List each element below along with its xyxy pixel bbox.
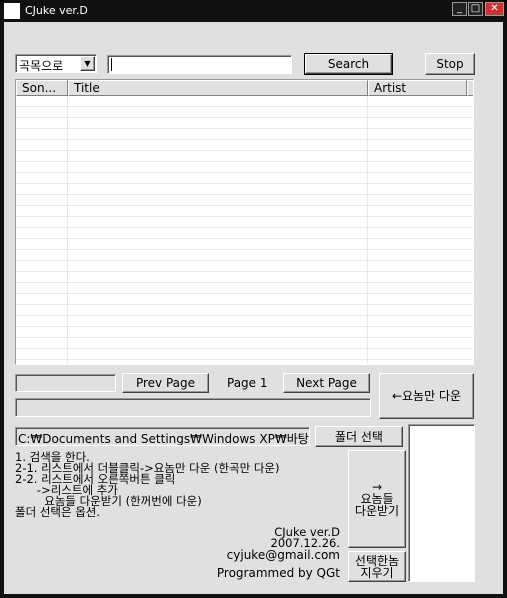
chevron-down-icon[interactable]: ▼ bbox=[80, 56, 95, 71]
list-rows bbox=[16, 96, 473, 364]
folder-path-field[interactable]: C:₩Documents and Settings₩Windows XP₩바탕 … bbox=[15, 427, 310, 446]
search-mode-select[interactable]: 곡목으로 ▼ bbox=[15, 54, 97, 73]
credits: CJuke ver.D 2007.12.26. cyjuke@gmail.com… bbox=[216, 526, 340, 580]
download-one-button[interactable]: ←요놈만 다운 bbox=[379, 373, 474, 419]
song-list[interactable]: Son... Title Artist bbox=[15, 79, 474, 365]
app-window: CJuke ver.D _ □ ✕ 곡목으로 ▼ Search Stop Son… bbox=[0, 0, 507, 598]
remove-selected-label: 선택한놈 bbox=[354, 553, 400, 568]
maximize-button[interactable]: □ bbox=[468, 2, 483, 16]
text-cursor bbox=[111, 58, 112, 71]
remove-selected-label: 지우기 bbox=[360, 565, 394, 580]
folder-select-button[interactable]: 폴더 선택 bbox=[315, 426, 403, 447]
progress-bar-2 bbox=[15, 398, 371, 417]
app-icon bbox=[4, 3, 20, 19]
column-header-title[interactable]: Title bbox=[68, 80, 368, 96]
close-button[interactable]: ✕ bbox=[485, 2, 504, 16]
client-area: 곡목으로 ▼ Search Stop Son... Title Artist P… bbox=[4, 22, 503, 594]
search-input[interactable] bbox=[107, 55, 292, 74]
column-header-song[interactable]: Son... bbox=[16, 80, 68, 96]
next-page-button[interactable]: Next Page bbox=[283, 373, 370, 393]
minimize-button[interactable]: _ bbox=[452, 2, 467, 16]
column-divider bbox=[367, 96, 368, 364]
column-header-artist[interactable]: Artist bbox=[368, 80, 467, 96]
column-divider bbox=[67, 96, 68, 364]
remove-selected-button[interactable]: 선택한놈 지우기 bbox=[348, 551, 406, 582]
title-bar[interactable]: CJuke ver.D _ □ ✕ bbox=[0, 0, 507, 22]
search-button[interactable]: Search bbox=[304, 53, 393, 75]
column-header-filler bbox=[467, 80, 473, 96]
search-mode-value: 곡목으로 bbox=[19, 59, 64, 73]
prev-page-button[interactable]: Prev Page bbox=[122, 373, 209, 393]
download-many-button[interactable]: → 요놈들 다운받기 bbox=[348, 450, 406, 548]
window-title: CJuke ver.D bbox=[25, 4, 88, 17]
stop-button[interactable]: Stop bbox=[425, 53, 475, 75]
credit-author: Programmed by QGt bbox=[216, 566, 340, 580]
progress-bar-1 bbox=[15, 374, 116, 392]
download-many-label: 다운받기 bbox=[354, 504, 400, 518]
folder-path-value: C:₩Documents and Settings₩Windows XP₩바탕 … bbox=[18, 432, 310, 446]
credit-email: cyjuke@gmail.com bbox=[226, 548, 340, 562]
page-indicator: Page 1 bbox=[227, 376, 268, 390]
instruction-line: 폴더 선택은 옵션. bbox=[15, 505, 101, 519]
download-queue-list[interactable] bbox=[408, 424, 475, 582]
